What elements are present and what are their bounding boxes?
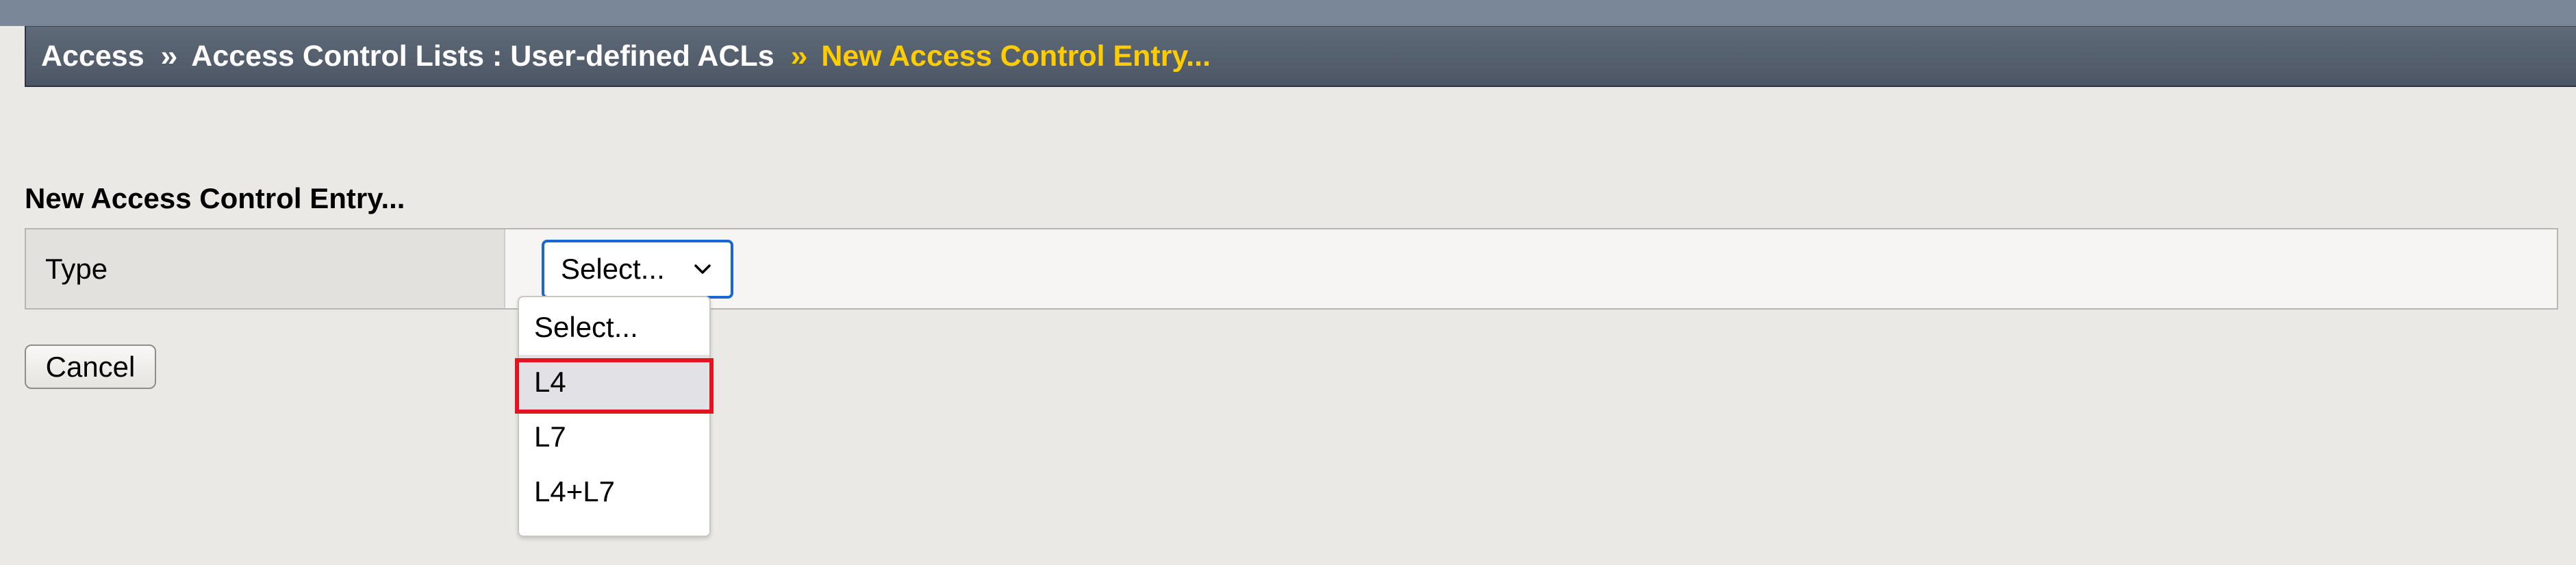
breadcrumb-item-access[interactable]: Access bbox=[41, 40, 144, 73]
dropdown-option-l4[interactable]: L4 bbox=[519, 355, 709, 410]
breadcrumb: Access ›› Access Control Lists : User-de… bbox=[25, 26, 2576, 87]
type-value-cell: Select... bbox=[505, 229, 2557, 308]
cancel-button[interactable]: Cancel bbox=[25, 344, 156, 389]
type-dropdown-list: Select... L4 L7 L4+L7 bbox=[518, 296, 711, 537]
breadcrumb-separator: ›› bbox=[790, 39, 808, 73]
type-row: Type Select... bbox=[25, 228, 2558, 310]
type-select[interactable]: Select... bbox=[542, 240, 733, 299]
dropdown-option-select[interactable]: Select... bbox=[519, 300, 709, 355]
type-select-value: Select... bbox=[561, 253, 665, 285]
breadcrumb-item-acls[interactable]: Access Control Lists : User-defined ACLs bbox=[191, 40, 774, 73]
top-strip bbox=[0, 0, 2576, 26]
dropdown-option-l4-l7[interactable]: L4+L7 bbox=[519, 464, 709, 519]
type-label: Type bbox=[26, 229, 505, 308]
chevron-down-icon bbox=[694, 264, 711, 274]
breadcrumb-current: New Access Control Entry... bbox=[821, 39, 1211, 73]
breadcrumb-separator: ›› bbox=[160, 39, 178, 73]
page-title: New Access Control Entry... bbox=[25, 182, 405, 214]
dropdown-option-l7[interactable]: L7 bbox=[519, 410, 709, 464]
